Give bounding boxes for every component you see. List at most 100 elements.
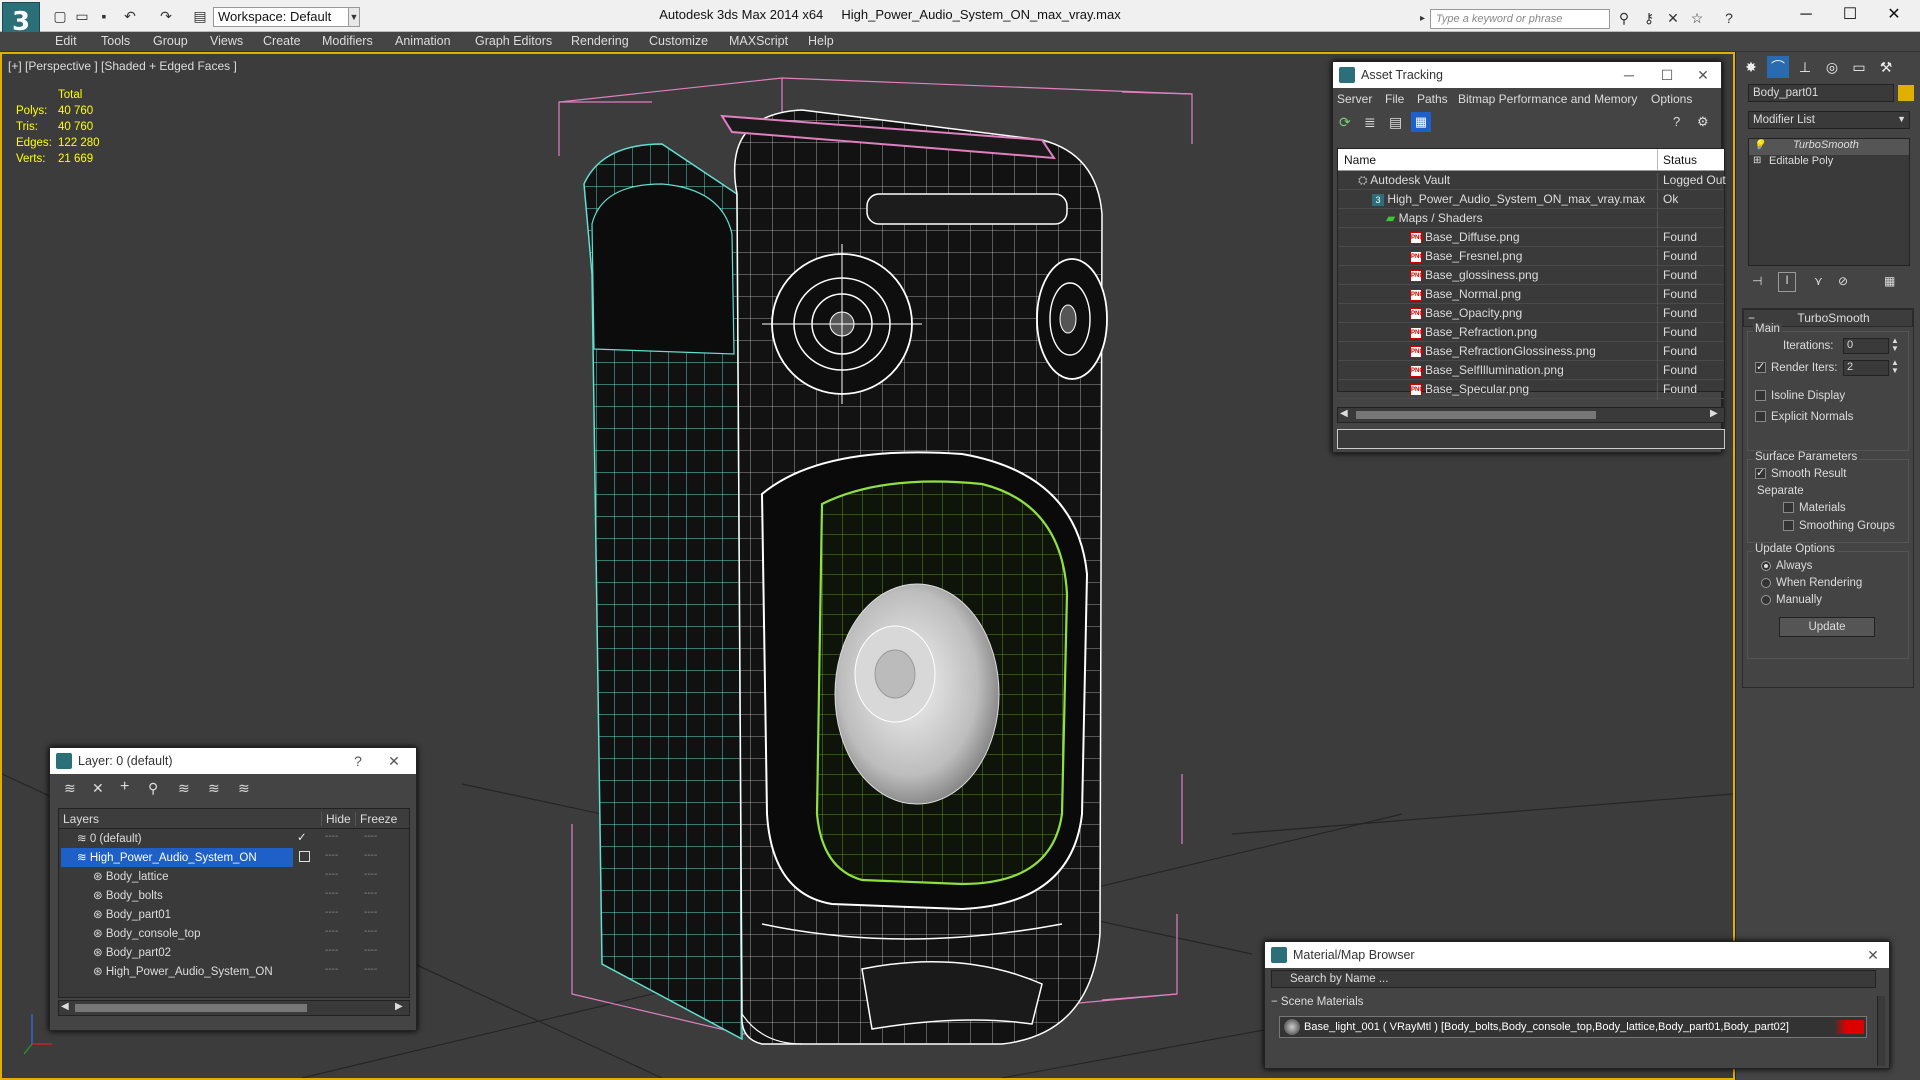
col-layers[interactable]: Layers (63, 812, 99, 826)
menu-create[interactable]: Create (263, 34, 301, 48)
layer-row[interactable]: ≋ High_Power_Audio_System_ON ---- ---- (59, 848, 409, 867)
table-row[interactable]: PNGBase_Normal.png Found (1338, 285, 1724, 305)
table-row[interactable]: ▰ Maps / Shaders (1338, 209, 1724, 229)
layer-row[interactable]: ⊛ Body_bolts ---- ---- (59, 886, 409, 905)
layer-row[interactable]: ⊛ High_Power_Audio_System_ON ---- ---- (59, 962, 409, 981)
hide-all-layers-icon[interactable]: ≋ (208, 780, 220, 797)
at-menu-options[interactable]: Options (1651, 92, 1692, 106)
layer-row[interactable]: ≋ 0 (default) ✓ ---- ---- (59, 829, 409, 848)
at-menu-bitmap-performance[interactable]: Bitmap Performance and Memory (1458, 92, 1637, 106)
radio-icon[interactable] (1761, 577, 1771, 588)
at-menu-server[interactable]: Server (1337, 92, 1372, 106)
freeze-toggle[interactable]: ---- (364, 964, 377, 975)
layer-dialog-titlebar[interactable]: Layer: 0 (default) ? ✕ (50, 748, 416, 774)
radio-icon[interactable] (1761, 594, 1771, 605)
close-icon[interactable]: ✕ (1855, 942, 1891, 968)
collapse-icon[interactable]: − (1271, 996, 1278, 1008)
table-row[interactable]: ⛭ Autodesk Vault Logged Out (1338, 171, 1726, 191)
hide-toggle[interactable]: ---- (325, 926, 338, 937)
material-browser-titlebar[interactable]: Material/Map Browser ✕ (1265, 942, 1889, 968)
horizontal-scrollbar[interactable]: ◀ ▶ (58, 1000, 410, 1016)
menu-maxscript[interactable]: MAXScript (729, 34, 788, 48)
freeze-toggle[interactable]: ---- (364, 850, 377, 861)
checkbox-icon[interactable] (1755, 411, 1766, 423)
stack-item-turbosmooth[interactable]: 💡 TurboSmooth (1749, 139, 1909, 155)
checkbox-icon[interactable] (1755, 360, 1766, 374)
scroll-right-icon[interactable]: ▶ (395, 1001, 403, 1012)
show-end-result-icon[interactable]: I (1778, 272, 1796, 292)
hierarchy-tab-icon[interactable]: ⊥ (1794, 56, 1816, 78)
hide-toggle[interactable]: ---- (325, 964, 338, 975)
make-unique-icon[interactable]: ⋎ (1814, 274, 1823, 288)
layer-row[interactable]: ⊛ Body_part02 ---- ---- (59, 943, 409, 962)
table-row[interactable]: 3 High_Power_Audio_System_ON_max_vray.ma… (1338, 190, 1724, 210)
scroll-right-icon[interactable]: ▶ (1710, 408, 1718, 419)
scroll-thumb[interactable] (1356, 411, 1596, 419)
scroll-left-icon[interactable]: ◀ (61, 1001, 69, 1012)
hide-toggle[interactable]: ---- (325, 888, 338, 899)
delete-layer-icon[interactable]: ✕ (92, 780, 104, 797)
menu-tools[interactable]: Tools (101, 34, 130, 48)
table-row[interactable]: PNGBase_SelfIllumination.png Found (1338, 361, 1724, 381)
materials-toggle[interactable]: Materials (1783, 502, 1846, 514)
hide-toggle[interactable]: ---- (325, 907, 338, 918)
at-menu-file[interactable]: File (1385, 92, 1404, 106)
help-icon[interactable]: ? (1720, 9, 1738, 27)
freeze-toggle[interactable]: ---- (364, 869, 377, 880)
menu-rendering[interactable]: Rendering (571, 34, 629, 48)
layer-row[interactable]: ⊛ Body_part01 ---- ---- (59, 905, 409, 924)
highlight-layer-icon[interactable]: ≋ (178, 780, 190, 797)
table-row[interactable]: PNGBase_RefractionGlossiness.png Found (1338, 342, 1724, 362)
always-radio[interactable]: Always (1761, 560, 1812, 572)
search-expand-icon[interactable]: ▸ (1420, 9, 1428, 29)
current-layer-check-icon[interactable]: ✓ (297, 830, 307, 844)
favorites-star-icon[interactable]: ☆ (1688, 9, 1706, 27)
maximize-icon[interactable]: ☐ (1649, 62, 1685, 88)
chevron-down-icon[interactable]: ▼ (1897, 114, 1906, 124)
table-row[interactable]: PNGBase_Fresnel.png Found (1338, 247, 1724, 267)
render-iters-toggle[interactable]: Render Iters: (1755, 360, 1837, 374)
layer-row[interactable]: ⊛ Body_console_top ---- ---- (59, 924, 409, 943)
freeze-toggle[interactable]: ---- (364, 888, 377, 899)
vertical-scrollbar[interactable] (1877, 996, 1885, 1066)
checkbox-icon[interactable] (1755, 466, 1766, 480)
minimize-icon[interactable]: ─ (1611, 62, 1647, 88)
list-view-icon[interactable]: ≣ (1364, 114, 1376, 131)
help-icon[interactable]: ? (1673, 114, 1680, 129)
select-in-layer-icon[interactable]: ⚲ (148, 780, 158, 797)
set-current-layer-icon[interactable] (299, 851, 310, 862)
smooth-result-toggle[interactable]: Smooth Result (1755, 466, 1846, 480)
help-icon[interactable]: ? (340, 748, 376, 774)
settings-icon[interactable]: ⚙ (1697, 114, 1709, 130)
communication-icon[interactable]: ✕ (1664, 9, 1682, 27)
object-name-field[interactable]: Body_part01 (1748, 84, 1894, 102)
close-icon[interactable]: ✕ (376, 748, 412, 774)
display-tab-icon[interactable]: ▭ (1848, 56, 1870, 78)
freeze-toggle[interactable]: ---- (364, 945, 377, 956)
create-tab-icon[interactable]: ✸ (1740, 56, 1762, 78)
when-rendering-radio[interactable]: When Rendering (1761, 577, 1862, 589)
create-layer-icon[interactable]: ≋ (64, 780, 76, 797)
pin-stack-icon[interactable]: ⊣ (1752, 274, 1762, 288)
menu-graph-editors[interactable]: Graph Editors (475, 34, 552, 48)
col-name[interactable]: Name (1344, 153, 1376, 167)
material-entry[interactable]: Base_light_001 ( VRayMtl ) [Body_bolts,B… (1279, 1016, 1867, 1038)
configure-modifier-sets-icon[interactable]: ▦ (1884, 274, 1895, 288)
table-row[interactable]: PNGBase_Diffuse.png Found (1338, 228, 1724, 248)
maximize-icon[interactable]: ☐ (1830, 4, 1870, 26)
add-to-layer-icon[interactable]: + (120, 778, 129, 796)
scroll-left-icon[interactable]: ◀ (1340, 408, 1348, 419)
modify-tab-icon[interactable]: ⌒ (1767, 56, 1789, 78)
col-status[interactable]: Status (1657, 149, 1702, 170)
refresh-icon[interactable]: ⟳ (1339, 114, 1351, 131)
menu-modifiers[interactable]: Modifiers (322, 34, 373, 48)
scene-materials-header[interactable]: − Scene Materials (1271, 996, 1871, 1014)
col-hide[interactable]: Hide (321, 812, 351, 826)
checkbox-icon[interactable] (1783, 502, 1794, 514)
expand-plus-icon[interactable]: ⊞ (1753, 155, 1761, 166)
col-freeze[interactable]: Freeze (355, 812, 397, 826)
table-row[interactable]: PNGBase_Opacity.png Found (1338, 304, 1724, 324)
remove-modifier-icon[interactable]: ⊘ (1838, 274, 1848, 288)
material-search-input[interactable]: Search by Name ... (1271, 970, 1876, 988)
freeze-toggle[interactable]: ---- (364, 907, 377, 918)
